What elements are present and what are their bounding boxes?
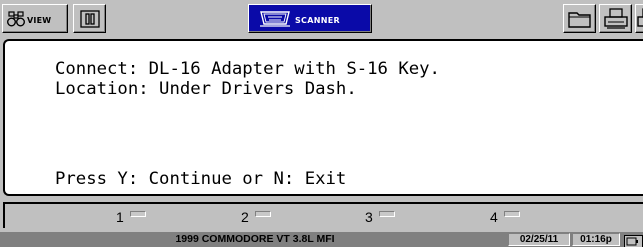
function-key-label: 2 <box>241 209 249 225</box>
function-key-row: 1 2 3 4 <box>3 202 643 228</box>
vehicle-info: 1999 COMMODORE VT 3.8L MFI <box>175 233 335 245</box>
function-key-label: 1 <box>116 209 124 225</box>
function-key-indicator <box>504 211 520 217</box>
view-button[interactable]: VIEW <box>2 4 68 33</box>
more-button[interactable] <box>635 4 643 33</box>
function-key-label: 4 <box>490 209 498 225</box>
function-key-label: 3 <box>365 209 373 225</box>
pause-button[interactable] <box>73 4 106 33</box>
view-label: VIEW <box>27 16 52 25</box>
folder-button[interactable] <box>563 4 596 33</box>
print-button[interactable] <box>599 4 632 33</box>
function-key-indicator <box>130 211 146 217</box>
toolbar: VIEW SCANNER <box>0 0 643 37</box>
message-line-2: Location: Under Drivers Dash. <box>55 79 357 99</box>
function-key-indicator <box>379 211 395 217</box>
message-line-1: Connect: DL-16 Adapter with S-16 Key. <box>55 59 440 79</box>
message-panel: Connect: DL-16 Adapter with S-16 Key. Lo… <box>3 39 643 196</box>
binoculars-icon <box>7 11 25 31</box>
scanner-button[interactable]: SCANNER <box>248 4 372 33</box>
status-bar: 1999 COMMODORE VT 3.8L MFI 02/25/11 01:1… <box>0 232 643 247</box>
connector-icon <box>259 10 291 32</box>
message-prompt: Press Y: Continue or N: Exit <box>55 169 347 189</box>
date-display: 02/25/11 <box>508 233 570 246</box>
battery-icon <box>624 233 643 247</box>
scanner-label: SCANNER <box>295 16 340 25</box>
function-key-indicator <box>255 211 271 217</box>
pause-icon <box>80 10 100 32</box>
printer-icon <box>637 8 643 32</box>
function-key-bar: 1 2 3 4 <box>0 202 643 228</box>
folder-icon <box>568 9 592 33</box>
printer-icon <box>604 8 628 34</box>
time-display: 01:16p <box>572 233 620 246</box>
